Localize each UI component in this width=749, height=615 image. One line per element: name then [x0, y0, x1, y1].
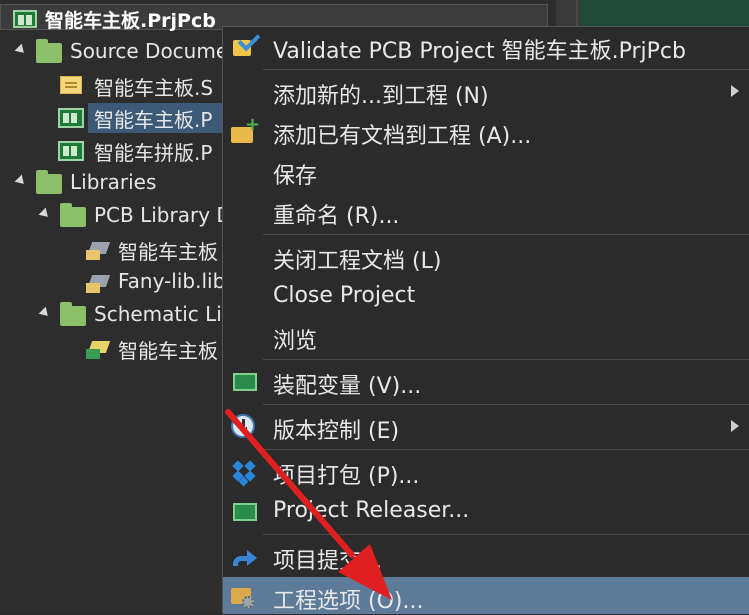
tree-item-label: Libraries	[70, 170, 157, 194]
pcb-doc-icon	[58, 108, 84, 128]
menu-item-add-new[interactable]: 添加新的...到工程 (N)	[223, 72, 749, 112]
expand-arrow-icon[interactable]	[14, 43, 28, 57]
menu-item-project-packager[interactable]: 项目打包 (P)...	[223, 452, 749, 492]
menu-item-project-options[interactable]: 工程选项 (O)...	[223, 577, 749, 614]
menu-separator	[263, 234, 749, 235]
menu-item-add-existing[interactable]: + 添加已有文档到工程 (A)...	[223, 112, 749, 152]
menu-item-label: Validate PCB Project 智能车主板.PrjPcb	[273, 39, 686, 64]
menu-item-variants[interactable]: 装配变量 (V)...	[223, 362, 749, 402]
tree-item-label: PCB Library D	[94, 203, 232, 227]
menu-separator	[263, 69, 749, 70]
folder-gear-icon	[231, 584, 257, 610]
menu-item-label: 浏览	[273, 329, 318, 354]
folder-icon	[36, 170, 62, 194]
menu-separator	[263, 534, 749, 535]
menu-item-label: Close Project	[273, 283, 416, 308]
menu-item-label: 添加已有文档到工程 (A)...	[273, 124, 532, 149]
pcb-library-icon	[84, 273, 111, 295]
tree-item-label: 智能车拼版.P	[94, 141, 213, 165]
menu-item-label: 重命名 (R)...	[273, 204, 400, 229]
pcb-library-icon	[84, 240, 111, 262]
add-existing-icon: +	[231, 116, 260, 145]
tree-item-label: 智能车主板.S	[94, 76, 214, 100]
menu-separator	[263, 404, 749, 405]
folder-icon	[60, 203, 86, 227]
submenu-arrow-icon	[731, 85, 739, 97]
menu-item-close-docs[interactable]: 关闭工程文档 (L)	[223, 237, 749, 277]
project-title: 智能车主板.PrjPcb	[45, 10, 216, 32]
board-icon	[231, 499, 257, 525]
tree-item-label: Fany-lib.lib	[118, 269, 226, 293]
menu-separator	[263, 449, 749, 450]
dropbox-icon	[231, 459, 257, 487]
validate-icon	[231, 28, 261, 60]
tree-item-label: 智能车主板	[118, 240, 218, 264]
menu-item-label: 关闭工程文档 (L)	[273, 249, 442, 274]
menu-item-close-project[interactable]: Close Project	[223, 277, 749, 317]
submenu-arrow-icon	[731, 420, 739, 432]
folder-icon	[60, 302, 86, 326]
schematic-doc-icon	[60, 76, 82, 94]
clock-icon	[231, 414, 257, 440]
menu-item-validate[interactable]: Validate PCB Project 智能车主板.PrjPcb	[223, 27, 749, 67]
tree-item-label: 智能车主板	[118, 339, 218, 363]
expand-arrow-icon[interactable]	[14, 174, 28, 188]
schematic-library-icon	[84, 339, 111, 361]
menu-item-save[interactable]: 保存	[223, 152, 749, 192]
menu-item-label: 版本控制 (E)	[273, 419, 400, 444]
menu-separator	[263, 359, 749, 360]
share-icon	[231, 544, 257, 570]
expand-arrow-icon[interactable]	[38, 207, 52, 221]
menu-item-label: 工程选项 (O)...	[273, 589, 424, 614]
menu-item-label: 装配变量 (V)...	[273, 374, 422, 399]
context-menu: Validate PCB Project 智能车主板.PrjPcb 添加新的..…	[222, 26, 749, 614]
menu-item-project-submit[interactable]: 项目提交...	[223, 537, 749, 577]
menu-item-rename[interactable]: 重命名 (R)...	[223, 192, 749, 232]
tree-item-label: Source Docume	[70, 39, 229, 63]
pcb-project-icon	[13, 10, 37, 28]
folder-icon	[36, 39, 62, 63]
board-icon	[231, 369, 257, 395]
pcb-doc-icon	[58, 141, 84, 161]
tree-item-label: Schematic Lib	[94, 302, 235, 326]
tree-item-label: 智能车主板.P	[94, 108, 213, 132]
expand-arrow-icon[interactable]	[38, 306, 52, 320]
menu-item-browse[interactable]: 浏览	[223, 317, 749, 357]
menu-item-label: 添加新的...到工程 (N)	[273, 84, 489, 109]
menu-item-label: 保存	[273, 164, 318, 189]
menu-item-label: Project Releaser...	[273, 498, 470, 523]
menu-item-label: 项目提交...	[273, 549, 382, 574]
menu-item-version-control[interactable]: 版本控制 (E)	[223, 407, 749, 447]
menu-item-project-releaser[interactable]: Project Releaser...	[223, 492, 749, 532]
menu-item-label: 项目打包 (P)...	[273, 464, 420, 489]
